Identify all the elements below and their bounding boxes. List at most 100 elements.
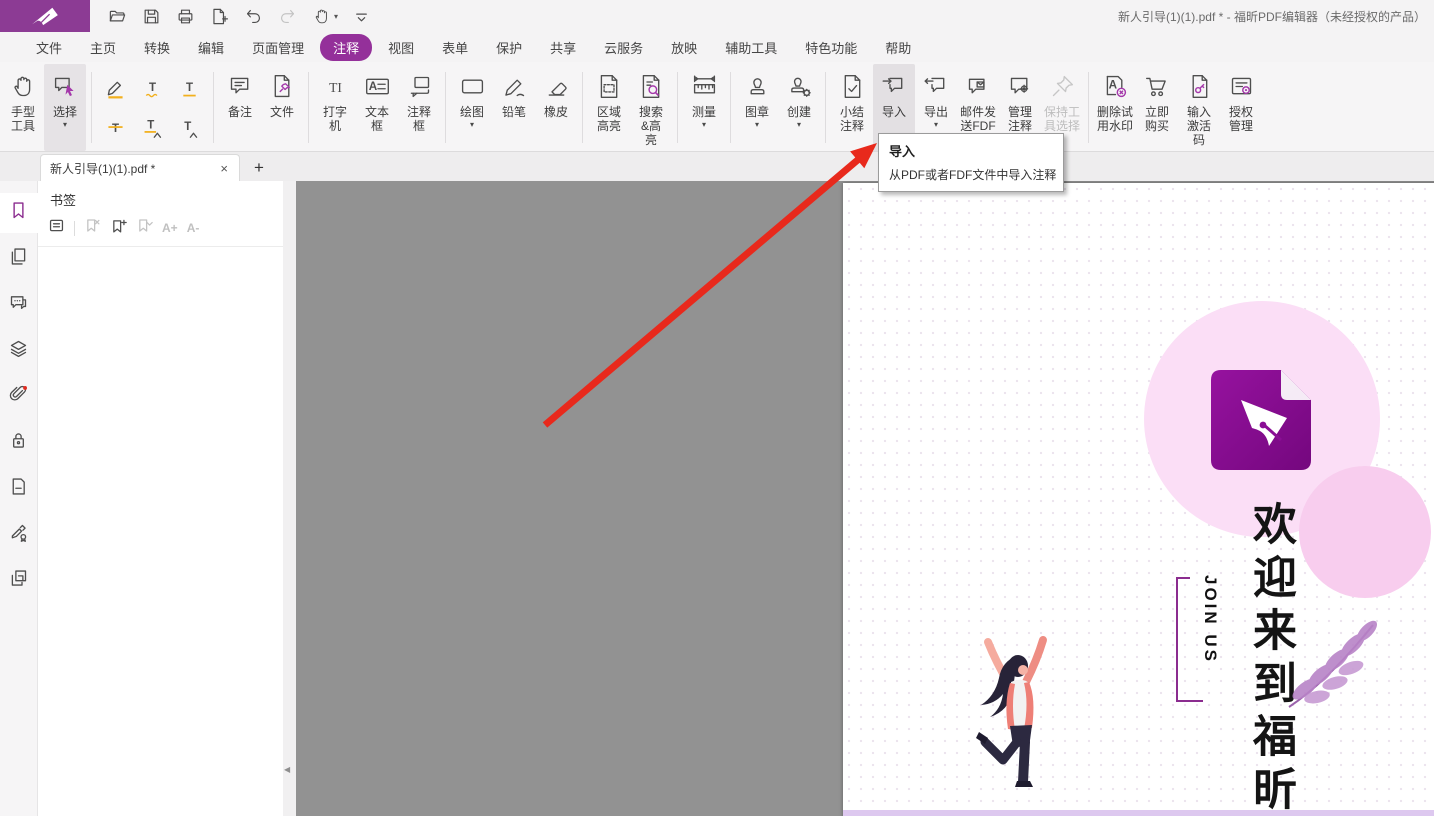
open-file-icon[interactable]: [106, 5, 128, 27]
app-logo: [0, 0, 90, 32]
close-tab-icon[interactable]: ×: [218, 161, 230, 176]
sidebar-item-layers[interactable]: [0, 331, 38, 371]
area-highlight-button[interactable]: 区域高亮: [588, 64, 630, 151]
new-tab-button[interactable]: +: [254, 158, 264, 178]
ribbon-divider: [91, 72, 92, 143]
squiggly-underline-button[interactable]: T: [134, 69, 171, 108]
page-bottom-band: [843, 810, 1434, 816]
measure-button[interactable]: 测量 ▾: [683, 64, 725, 151]
underline-button[interactable]: T: [171, 69, 208, 108]
svg-text:T: T: [149, 82, 156, 94]
tab-file[interactable]: 文件: [22, 34, 76, 61]
summary-comments-button[interactable]: 小结注释: [831, 64, 873, 151]
license-manage-button[interactable]: 授权管理: [1220, 64, 1262, 151]
tab-view[interactable]: 视图: [374, 34, 428, 61]
foxit-quill-icon: [28, 5, 62, 27]
strikeout-button[interactable]: T: [97, 108, 134, 147]
tab-convert[interactable]: 转换: [130, 34, 184, 61]
svg-text:A: A: [1108, 78, 1117, 91]
textbox-icon: A: [364, 69, 391, 103]
insert-text-button[interactable]: T: [171, 108, 208, 147]
select-tool-button[interactable]: 选择 ▾: [44, 64, 86, 151]
file-attachment-button[interactable]: 文件: [261, 64, 303, 151]
print-icon[interactable]: [174, 5, 196, 27]
panel-options-icon[interactable]: [48, 217, 65, 239]
callout-button[interactable]: 注释框: [398, 64, 440, 151]
enter-activation-code-button[interactable]: 输入激活码: [1178, 64, 1220, 151]
svg-text:T: T: [112, 122, 119, 134]
keep-tool-pin-icon: [1049, 69, 1076, 103]
main-area: 书签 A+ A- ◀: [0, 181, 1434, 816]
tab-accessibility[interactable]: 辅助工具: [711, 34, 791, 61]
pencil-button[interactable]: 铅笔: [493, 64, 535, 151]
sidebar-item-pages[interactable]: [0, 239, 38, 279]
typewriter-icon: TI: [322, 69, 349, 103]
pencil-icon: [501, 69, 528, 103]
redo-icon: [276, 5, 298, 27]
text-markup-group: T T T T T: [97, 64, 208, 151]
undo-icon[interactable]: [242, 5, 264, 27]
highlight-button[interactable]: [97, 69, 134, 108]
eraser-button[interactable]: 橡皮: [535, 64, 577, 151]
tab-home[interactable]: 主页: [76, 34, 130, 61]
tab-page-manage[interactable]: 页面管理: [238, 34, 318, 61]
tab-present[interactable]: 放映: [657, 34, 711, 61]
tab-edit[interactable]: 编辑: [184, 34, 238, 61]
tab-cloud[interactable]: 云服务: [590, 34, 657, 61]
pages-icon: [8, 246, 29, 272]
sidebar-item-security[interactable]: [0, 423, 38, 463]
tab-features[interactable]: 特色功能: [791, 34, 871, 61]
hand-pointer-icon: [310, 5, 332, 27]
bookmarks-panel: 书签 A+ A-: [38, 181, 283, 816]
measure-icon: [691, 69, 718, 103]
tab-help[interactable]: 帮助: [871, 34, 925, 61]
tab-protect[interactable]: 保护: [482, 34, 536, 61]
collapse-panel-icon[interactable]: ◀: [284, 765, 290, 774]
replace-text-button[interactable]: T: [134, 108, 171, 147]
create-stamp-button[interactable]: 创建 ▾: [778, 64, 820, 151]
sidebar-item-bookmarks[interactable]: [0, 193, 38, 233]
ribbon: 手型工具 选择 ▾ T T T T T 备注 文件 TI 打字机 A 文本框 注…: [0, 62, 1434, 152]
sidebar-item-form-fields[interactable]: [0, 469, 38, 509]
hand-tool-button[interactable]: 手型工具: [2, 64, 44, 151]
add-page-icon[interactable]: [208, 5, 230, 27]
dropdown-caret-icon: ▾: [797, 120, 801, 129]
bookmarks-panel-title: 书签: [38, 181, 283, 214]
document-tab[interactable]: 新人引导(1)(1).pdf * ×: [40, 154, 240, 181]
panel-splitter[interactable]: ◀: [283, 181, 296, 816]
remove-watermark-icon: A: [1102, 69, 1129, 103]
remove-trial-watermark-button[interactable]: A 删除试用水印: [1094, 64, 1136, 151]
activation-key-icon: [1186, 69, 1213, 103]
stamp-icon: [744, 69, 771, 103]
textbox-button[interactable]: A 文本框: [356, 64, 398, 151]
manage-comments-icon: [1007, 69, 1034, 103]
note-button[interactable]: 备注: [219, 64, 261, 151]
search-highlight-button[interactable]: 搜索&高亮: [630, 64, 672, 151]
document-canvas[interactable]: 欢迎来到福昕 JOIN US: [296, 181, 1434, 816]
customize-toolbar-icon[interactable]: [350, 5, 372, 27]
tab-comment[interactable]: 注释: [320, 34, 372, 61]
document-tab-strip: 新人引导(1)(1).pdf * × +: [0, 152, 1434, 181]
sidebar-item-attachments[interactable]: [0, 377, 38, 417]
ribbon-divider: [445, 72, 446, 143]
window-title: 新人引导(1)(1).pdf * - 福昕PDF编辑器（未经授权的产品）: [1118, 8, 1434, 25]
svg-text:A: A: [368, 80, 377, 93]
draw-button[interactable]: 绘图 ▾: [451, 64, 493, 151]
leaf-branch-illustration: [1283, 613, 1388, 713]
paperclip-icon: [8, 384, 29, 410]
hand-pointer-button[interactable]: ▾: [310, 5, 338, 27]
stamp-button[interactable]: 图章 ▾: [736, 64, 778, 151]
sidebar-item-signatures[interactable]: [0, 515, 38, 555]
sidebar-item-comments[interactable]: [0, 285, 38, 325]
sidebar-item-linked-pages[interactable]: [0, 561, 38, 601]
ribbon-divider: [213, 72, 214, 143]
dropdown-caret-icon: ▾: [702, 120, 706, 129]
svg-text:T: T: [184, 121, 191, 133]
add-bookmark-icon[interactable]: [110, 217, 127, 239]
save-icon[interactable]: [140, 5, 162, 27]
tab-share[interactable]: 共享: [536, 34, 590, 61]
typewriter-button[interactable]: TI 打字机: [314, 64, 356, 151]
dropdown-caret-icon: ▾: [334, 12, 338, 21]
tab-form[interactable]: 表单: [428, 34, 482, 61]
buy-now-button[interactable]: 立即购买: [1136, 64, 1178, 151]
